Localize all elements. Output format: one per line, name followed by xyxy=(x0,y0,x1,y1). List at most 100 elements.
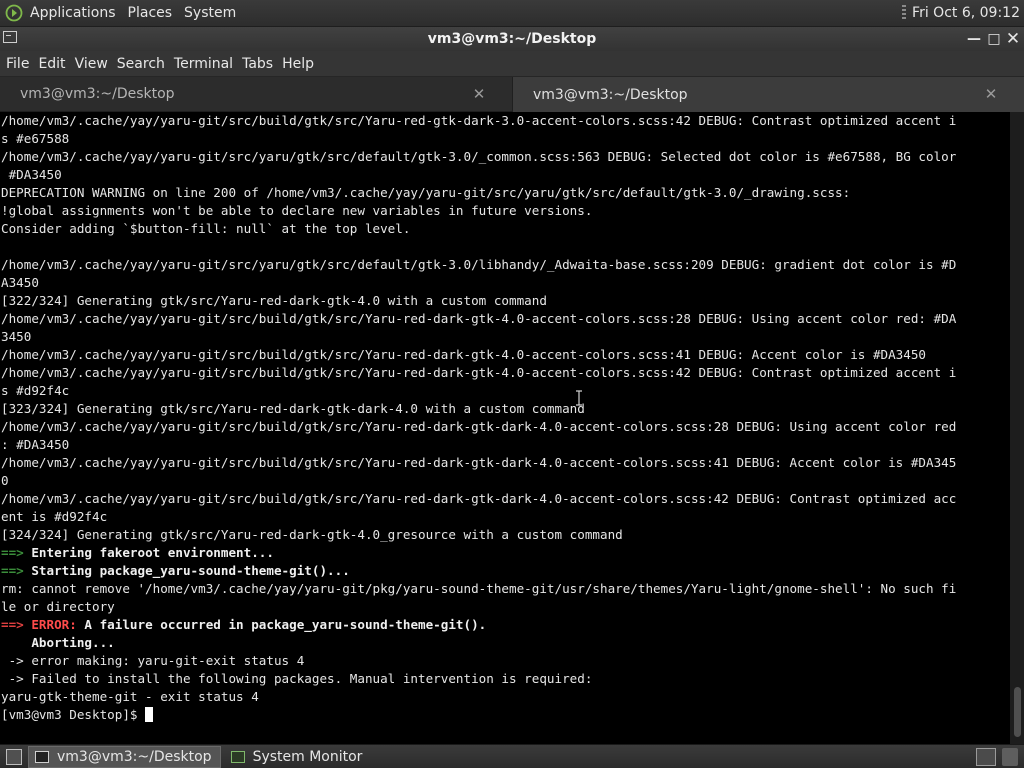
terminal-line-text: Consider adding `$button-fill: null` at … xyxy=(1,221,411,236)
terminal-line: 0 xyxy=(0,472,1010,490)
terminal-line: rm: cannot remove '/home/vm3/.cache/yay/… xyxy=(0,580,1010,598)
terminal-line: /home/vm3/.cache/yay/yaru-git/src/build/… xyxy=(0,454,1010,472)
terminal-line: /home/vm3/.cache/yay/yaru-git/src/build/… xyxy=(0,418,1010,436)
terminal-line-text: /home/vm3/.cache/yay/yaru-git/src/build/… xyxy=(1,455,957,470)
trash-icon[interactable] xyxy=(1002,747,1018,766)
terminal-line-text: /home/vm3/.cache/yay/yaru-git/src/build/… xyxy=(1,113,957,128)
distro-logo-icon[interactable] xyxy=(5,4,23,22)
terminal-line: ent is #d92f4c xyxy=(0,508,1010,526)
terminal-line-text: /home/vm3/.cache/yay/yaru-git/src/build/… xyxy=(1,491,957,506)
menu-help[interactable]: Help xyxy=(282,56,314,72)
terminal-icon xyxy=(35,750,49,763)
menu-view[interactable]: View xyxy=(75,56,108,72)
menu-search[interactable]: Search xyxy=(117,56,165,72)
terminal-line: [322/324] Generating gtk/src/Yaru-red-da… xyxy=(0,292,1010,310)
window-menu-icon[interactable] xyxy=(3,31,17,43)
terminal-line-text: Starting package_yaru-sound-theme-git().… xyxy=(23,563,350,578)
close-button[interactable]: ✕ xyxy=(1003,29,1023,49)
error-label: ERROR: xyxy=(23,617,77,632)
clock[interactable]: Fri Oct 6, 09:12 xyxy=(912,5,1020,21)
terminal-line: /home/vm3/.cache/yay/yaru-git/src/build/… xyxy=(0,346,1010,364)
block-cursor xyxy=(145,707,154,722)
terminal-line-text: rm: cannot remove '/home/vm3/.cache/yay/… xyxy=(1,581,957,596)
terminal-line: s #d92f4c xyxy=(0,382,1010,400)
text-cursor-icon xyxy=(576,390,582,406)
terminal-scrollbar[interactable] xyxy=(1010,112,1024,744)
tab-close-icon[interactable]: ✕ xyxy=(982,85,1000,103)
tab-label: vm3@vm3:~/Desktop xyxy=(20,86,175,102)
terminal-line-text: [323/324] Generating gtk/src/Yaru-red-da… xyxy=(1,401,585,416)
terminal-line-text: -> Failed to install the following packa… xyxy=(1,671,593,686)
terminal-line-text: [322/324] Generating gtk/src/Yaru-red-da… xyxy=(1,293,547,308)
terminal-line: !global assignments won't be able to dec… xyxy=(0,202,1010,220)
show-desktop-icon[interactable] xyxy=(6,748,22,765)
terminal-line-text: /home/vm3/.cache/yay/yaru-git/src/build/… xyxy=(1,419,957,434)
window-title: vm3@vm3:~/Desktop xyxy=(427,31,597,47)
menu-terminal[interactable]: Terminal xyxy=(174,56,233,72)
tab-1[interactable]: vm3@vm3:~/Desktop ✕ xyxy=(0,77,512,112)
panel-handle-icon xyxy=(902,5,907,21)
terminal-line-text: Aborting... xyxy=(1,635,115,650)
taskbar-item-label: System Monitor xyxy=(252,748,363,765)
terminal-line: /home/vm3/.cache/yay/yaru-git/src/yaru/g… xyxy=(0,256,1010,274)
terminal-line: /home/vm3/.cache/yay/yaru-git/src/build/… xyxy=(0,310,1010,328)
terminal-line-text: !global assignments won't be able to dec… xyxy=(1,203,593,218)
window-titlebar[interactable]: vm3@vm3:~/Desktop — □ ✕ xyxy=(0,27,1024,51)
scrollbar-thumb[interactable] xyxy=(1014,687,1021,737)
terminal-line: /home/vm3/.cache/yay/yaru-git/src/build/… xyxy=(0,364,1010,382)
arrow-prefix: ==> xyxy=(1,545,24,560)
terminal-line-text: s #e67588 xyxy=(1,131,70,146)
terminal-line-text: A failure occurred in package_yaru-sound… xyxy=(76,617,487,632)
terminal-line-text: ent is #d92f4c xyxy=(1,509,108,524)
terminal-line-text: 3450 xyxy=(1,329,32,344)
workspace-switcher-icon[interactable] xyxy=(976,747,996,766)
taskbar-item-terminal[interactable]: vm3@vm3:~/Desktop xyxy=(28,745,221,768)
applications-menu[interactable]: Applications xyxy=(30,5,116,21)
terminal-line: -> error making: yaru-git-exit status 4 xyxy=(0,652,1010,670)
menubar: File Edit View Search Terminal Tabs Help xyxy=(0,51,1024,77)
terminal-line: ==> ERROR: A failure occurred in package… xyxy=(0,616,1010,634)
terminal-line: Consider adding `$button-fill: null` at … xyxy=(0,220,1010,238)
terminal-output[interactable]: /home/vm3/.cache/yay/yaru-git/src/build/… xyxy=(0,112,1010,744)
terminal-line-text: s #d92f4c xyxy=(1,383,70,398)
system-monitor-icon xyxy=(230,750,245,763)
terminal-line: -> Failed to install the following packa… xyxy=(0,670,1010,688)
terminal-line: #DA3450 xyxy=(0,166,1010,184)
menu-file[interactable]: File xyxy=(6,56,29,72)
shell-prompt: [vm3@vm3 Desktop]$ xyxy=(1,707,146,722)
terminal-line: /home/vm3/.cache/yay/yaru-git/src/yaru/g… xyxy=(0,148,1010,166)
terminal-line-text: A3450 xyxy=(1,275,39,290)
arrow-prefix: ==> xyxy=(1,563,24,578)
terminal-line-text: DEPRECATION WARNING on line 200 of /home… xyxy=(1,185,851,200)
terminal-line: yaru-gtk-theme-git - exit status 4 xyxy=(0,688,1010,706)
menu-tabs[interactable]: Tabs xyxy=(242,56,273,72)
taskbar-item-label: vm3@vm3:~/Desktop xyxy=(57,748,212,765)
terminal-line: A3450 xyxy=(0,274,1010,292)
taskbar-item-system-monitor[interactable]: System Monitor xyxy=(225,746,371,768)
tab-bar: vm3@vm3:~/Desktop ✕ vm3@vm3:~/Desktop ✕ xyxy=(0,77,1024,112)
system-menu[interactable]: System xyxy=(184,5,236,21)
terminal-line: [323/324] Generating gtk/src/Yaru-red-da… xyxy=(0,400,1010,418)
tab-2[interactable]: vm3@vm3:~/Desktop ✕ xyxy=(512,77,1024,112)
prompt-line[interactable]: [vm3@vm3 Desktop]$ xyxy=(0,706,1010,724)
arrow-prefix: ==> xyxy=(1,617,24,632)
terminal-line: le or directory xyxy=(0,598,1010,616)
terminal-line: s #e67588 xyxy=(0,130,1010,148)
places-menu[interactable]: Places xyxy=(128,5,173,21)
terminal-line-text: /home/vm3/.cache/yay/yaru-git/src/build/… xyxy=(1,365,957,380)
terminal-line-text: #DA3450 xyxy=(1,167,62,182)
menu-edit[interactable]: Edit xyxy=(38,56,65,72)
terminal-line: : #DA3450 xyxy=(0,436,1010,454)
tab-close-icon[interactable]: ✕ xyxy=(470,85,488,103)
maximize-button[interactable]: □ xyxy=(984,29,1004,49)
terminal-line-text: -> error making: yaru-git-exit status 4 xyxy=(1,653,305,668)
terminal-line-text: 0 xyxy=(1,473,9,488)
minimize-button[interactable]: — xyxy=(964,29,984,49)
terminal-line-text: /home/vm3/.cache/yay/yaru-git/src/build/… xyxy=(1,347,927,362)
terminal-line-text: Entering fakeroot environment... xyxy=(23,545,274,560)
terminal-line-text: /home/vm3/.cache/yay/yaru-git/src/yaru/g… xyxy=(1,257,957,272)
terminal-line: Aborting... xyxy=(0,634,1010,652)
terminal-line: ==> Entering fakeroot environment... xyxy=(0,544,1010,562)
terminal-line: DEPRECATION WARNING on line 200 of /home… xyxy=(0,184,1010,202)
